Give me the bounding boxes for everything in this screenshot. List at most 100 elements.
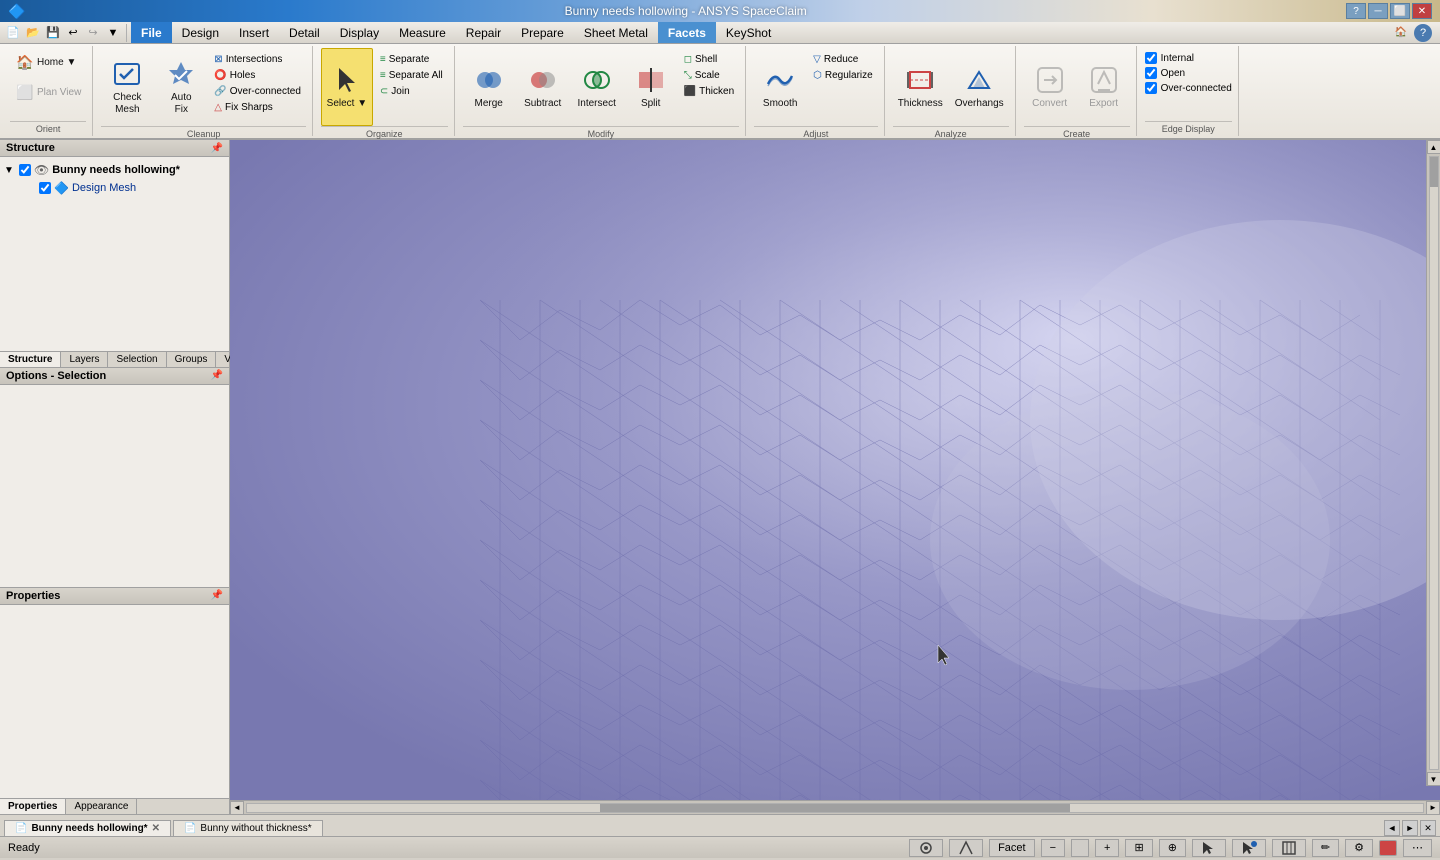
- tab-selection[interactable]: Selection: [108, 352, 166, 367]
- restore-btn[interactable]: ⬜: [1390, 3, 1410, 19]
- separate-all-btn[interactable]: ≡ Separate All: [375, 68, 448, 83]
- tab-appearance[interactable]: Appearance: [66, 799, 137, 814]
- redo-btn[interactable]: ↪: [84, 24, 102, 42]
- zoom-level-btn[interactable]: [1071, 839, 1089, 857]
- scroll-down-btn[interactable]: ▼: [1427, 772, 1440, 786]
- doc-tab-close-1[interactable]: ✕: [152, 823, 160, 834]
- thickness-btn[interactable]: Thickness: [893, 48, 948, 126]
- select-mode-btn[interactable]: [1192, 839, 1226, 857]
- menu-prepare[interactable]: Prepare: [511, 22, 574, 43]
- structure-pin[interactable]: 📌: [211, 143, 223, 154]
- facet-label-btn[interactable]: Facet: [989, 839, 1035, 857]
- menu-insert[interactable]: Insert: [229, 22, 279, 43]
- intersect-btn[interactable]: Intersect: [571, 48, 623, 126]
- snap-icon-btn[interactable]: [909, 839, 943, 857]
- new-btn[interactable]: 📄: [4, 24, 22, 42]
- expand-icon[interactable]: ▼: [4, 165, 16, 176]
- grid-btn[interactable]: ⊞: [1125, 839, 1152, 857]
- doc-tab-bunny-hollowing[interactable]: 📄 Bunny needs hollowing* ✕: [4, 820, 171, 836]
- pencil-btn[interactable]: ✏: [1312, 839, 1339, 857]
- convert-btn[interactable]: Convert: [1024, 48, 1076, 126]
- tab-layers[interactable]: Layers: [61, 352, 108, 367]
- open-btn[interactable]: 📂: [24, 24, 42, 42]
- help-btn[interactable]: ?: [1346, 3, 1366, 19]
- design-mesh-item[interactable]: 🔷 Design Mesh: [24, 179, 225, 197]
- save-btn[interactable]: 💾: [44, 24, 62, 42]
- options-pin[interactable]: 📌: [211, 370, 223, 381]
- menu-measure[interactable]: Measure: [389, 22, 456, 43]
- nav-home-btn[interactable]: 🏠: [1392, 24, 1410, 42]
- thicken-btn[interactable]: ⬛ Thicken: [679, 84, 739, 99]
- scroll-left-btn[interactable]: ◄: [230, 801, 244, 815]
- tab-structure[interactable]: Structure: [0, 352, 61, 367]
- root-checkbox[interactable]: [19, 164, 31, 176]
- settings-btn[interactable]: ⚙: [1345, 839, 1373, 857]
- open-checkbox[interactable]: [1145, 67, 1157, 79]
- split-btn[interactable]: Split: [625, 48, 677, 126]
- window-controls[interactable]: ? ─ ⬜ ✕: [1346, 3, 1432, 19]
- intersections-btn[interactable]: ⊠ Intersections: [209, 52, 306, 67]
- select-filter-btn[interactable]: [1232, 839, 1266, 857]
- scroll-thumb-right[interactable]: [1430, 157, 1438, 187]
- orientation-btn[interactable]: [949, 839, 983, 857]
- help-question-btn[interactable]: ?: [1414, 24, 1432, 42]
- viewport-scrollbar-bottom[interactable]: ◄ ►: [230, 800, 1440, 814]
- home-btn[interactable]: 🏠 Home ▼: [10, 48, 86, 76]
- internal-checkbox-row[interactable]: Internal: [1145, 52, 1232, 64]
- check-mesh-btn[interactable]: CheckMesh: [101, 48, 153, 126]
- export-btn[interactable]: Export: [1078, 48, 1130, 126]
- menu-facets[interactable]: Facets: [658, 22, 716, 43]
- holes-btn[interactable]: ⭕ Holes: [209, 68, 306, 83]
- zoom-in-btn[interactable]: +: [1095, 839, 1119, 857]
- select-btn[interactable]: Select ▼: [321, 48, 373, 126]
- scale-btn[interactable]: ⤡ Scale: [679, 68, 739, 83]
- dropdown-btn[interactable]: ▼: [104, 24, 122, 42]
- scroll-right-btn[interactable]: ►: [1426, 801, 1440, 815]
- overhangs-btn[interactable]: Overhangs: [950, 48, 1009, 126]
- tab-properties[interactable]: Properties: [0, 799, 66, 814]
- tab-groups[interactable]: Groups: [167, 352, 217, 367]
- properties-pin[interactable]: 📌: [211, 590, 223, 601]
- subtract-btn[interactable]: Subtract: [517, 48, 569, 126]
- doc-tab-bunny-no-thickness[interactable]: 📄 Bunny without thickness*: [173, 820, 323, 836]
- over-connected-checkbox-row[interactable]: Over-connected: [1145, 82, 1232, 94]
- tab-scroll-right[interactable]: ►: [1402, 820, 1418, 836]
- menu-repair[interactable]: Repair: [456, 22, 511, 43]
- tab-scroll-left[interactable]: ◄: [1384, 820, 1400, 836]
- minimize-btn[interactable]: ─: [1368, 3, 1388, 19]
- scroll-thumb-bottom[interactable]: [600, 804, 1070, 812]
- menu-design[interactable]: Design: [172, 22, 229, 43]
- smooth-btn[interactable]: Smooth: [754, 48, 806, 126]
- extra-btn[interactable]: ⋯: [1403, 839, 1432, 857]
- tree-root-item[interactable]: ▼ 👁 Bunny needs hollowing*: [4, 161, 225, 179]
- menu-keyshot[interactable]: KeyShot: [716, 22, 781, 43]
- tab-close-active[interactable]: ✕: [1420, 820, 1436, 836]
- zoom-out-btn[interactable]: −: [1041, 839, 1065, 857]
- over-connected-checkbox[interactable]: [1145, 82, 1157, 94]
- shell-btn[interactable]: ◻ Shell: [679, 52, 739, 67]
- scroll-up-btn[interactable]: ▲: [1427, 140, 1440, 154]
- menu-sheetmetal[interactable]: Sheet Metal: [574, 22, 658, 43]
- viewport-scrollbar-right[interactable]: ▲ ▼: [1426, 140, 1440, 786]
- plan-view-btn[interactable]: ⬜ Plan View: [10, 78, 86, 106]
- menu-file[interactable]: File: [131, 22, 172, 43]
- over-connected-btn[interactable]: 🔗 Over-connected: [209, 84, 306, 99]
- reduce-btn[interactable]: ▽ Reduce: [808, 52, 878, 67]
- merge-btn[interactable]: Merge: [463, 48, 515, 126]
- menu-display[interactable]: Display: [330, 22, 389, 43]
- undo-btn[interactable]: ↩: [64, 24, 82, 42]
- join-btn[interactable]: ⊂ Join: [375, 84, 448, 99]
- open-checkbox-row[interactable]: Open: [1145, 67, 1232, 79]
- regularize-btn[interactable]: ⬡ Regularize: [808, 68, 878, 83]
- auto-fix-btn[interactable]: AutoFix: [155, 48, 207, 126]
- menu-detail[interactable]: Detail: [279, 22, 330, 43]
- fix-sharps-btn[interactable]: △ Fix Sharps: [209, 100, 306, 115]
- design-mesh-checkbox[interactable]: [39, 182, 51, 194]
- snap-btn[interactable]: ⊕: [1159, 839, 1186, 857]
- internal-checkbox[interactable]: [1145, 52, 1157, 64]
- close-btn[interactable]: ✕: [1412, 3, 1432, 19]
- viewport-canvas[interactable]: Z X ▲ ▼: [230, 140, 1440, 800]
- separate-btn[interactable]: ≡ Separate: [375, 52, 448, 67]
- color-btn[interactable]: [1379, 840, 1397, 856]
- zoom-fit-btn[interactable]: [1272, 839, 1306, 857]
